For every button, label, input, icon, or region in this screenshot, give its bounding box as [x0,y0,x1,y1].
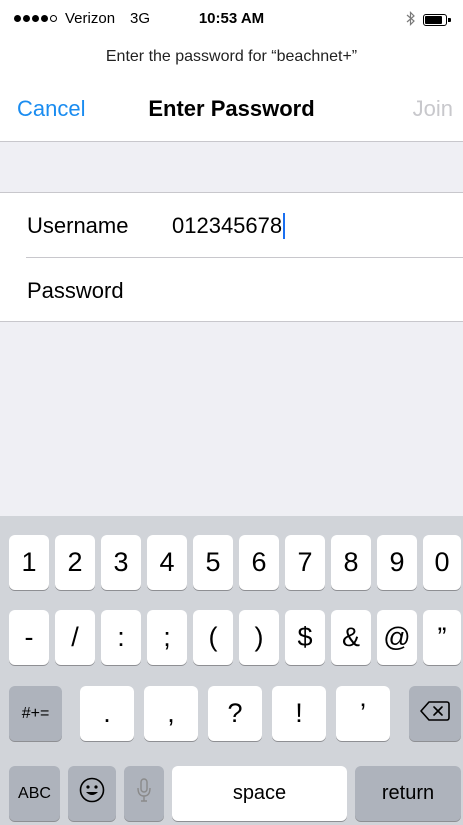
key-close-paren[interactable]: ) [239,610,279,665]
key-3[interactable]: 3 [101,535,141,590]
navigation-bar: Enter Password Cancel Join [0,90,463,134]
credentials-form: Username 012345678 Password [0,192,463,322]
key-open-paren[interactable]: ( [193,610,233,665]
username-value: 012345678 [172,213,283,238]
key-at[interactable]: @ [377,610,417,665]
abc-key[interactable]: ABC [9,766,60,821]
password-row[interactable]: Password [0,258,463,322]
cancel-button[interactable]: Cancel [17,96,85,122]
password-prompt: Enter the password for “beachnet+” [105,48,358,65]
key-0[interactable]: 0 [423,535,461,590]
key-9[interactable]: 9 [377,535,417,590]
return-key[interactable]: return [355,766,461,821]
key-slash[interactable]: / [55,610,95,665]
backspace-icon [420,698,450,729]
space-label: space [232,782,287,804]
key-5[interactable]: 5 [193,535,233,590]
return-label: return [381,782,435,804]
key-period[interactable]: . [80,686,134,741]
microphone-icon [136,777,152,810]
username-label: Username [27,213,129,238]
space-key[interactable]: space [172,766,347,821]
emoji-icon [79,777,105,810]
key-hyphen[interactable]: - [9,610,49,665]
battery-icon [423,14,451,26]
key-colon[interactable]: : [101,610,141,665]
key-6[interactable]: 6 [239,535,279,590]
status-time: 10:53 AM [198,10,265,27]
username-row[interactable]: Username 012345678 [0,193,463,257]
empty-area [0,322,463,516]
key-7[interactable]: 7 [285,535,325,590]
dictation-key[interactable] [124,766,164,821]
bluetooth-icon [406,11,415,29]
key-semicolon[interactable]: ; [147,610,187,665]
key-4[interactable]: 4 [147,535,187,590]
abc-label: ABC [18,784,51,802]
more-symbols-label: #+= [21,704,50,722]
keyboard: 1 2 3 4 5 6 7 8 9 0 - / : ; ( ) $ & @ ” … [0,516,463,825]
wifi-password-screen: Verizon 3G 10:53 AM Enter the password f… [0,0,463,825]
key-exclamation[interactable]: ! [272,686,326,741]
more-symbols-key[interactable]: #+= [9,686,62,741]
key-ampersand[interactable]: & [331,610,371,665]
key-1[interactable]: 1 [9,535,49,590]
join-button[interactable]: Join [413,96,453,122]
key-quote[interactable]: ” [423,610,461,665]
emoji-key[interactable] [68,766,116,821]
key-dollar[interactable]: $ [285,610,325,665]
key-2[interactable]: 2 [55,535,95,590]
text-cursor [283,213,286,239]
key-comma[interactable]: , [144,686,198,741]
key-8[interactable]: 8 [331,535,371,590]
username-field[interactable]: 012345678 [172,213,286,239]
delete-key[interactable] [409,686,461,741]
key-question[interactable]: ? [208,686,262,741]
status-bar: Verizon 3G 10:53 AM [0,0,463,40]
status-right [406,11,451,29]
section-spacer [0,142,463,192]
password-label: Password [27,278,124,303]
key-apostrophe[interactable]: ’ [336,686,390,741]
